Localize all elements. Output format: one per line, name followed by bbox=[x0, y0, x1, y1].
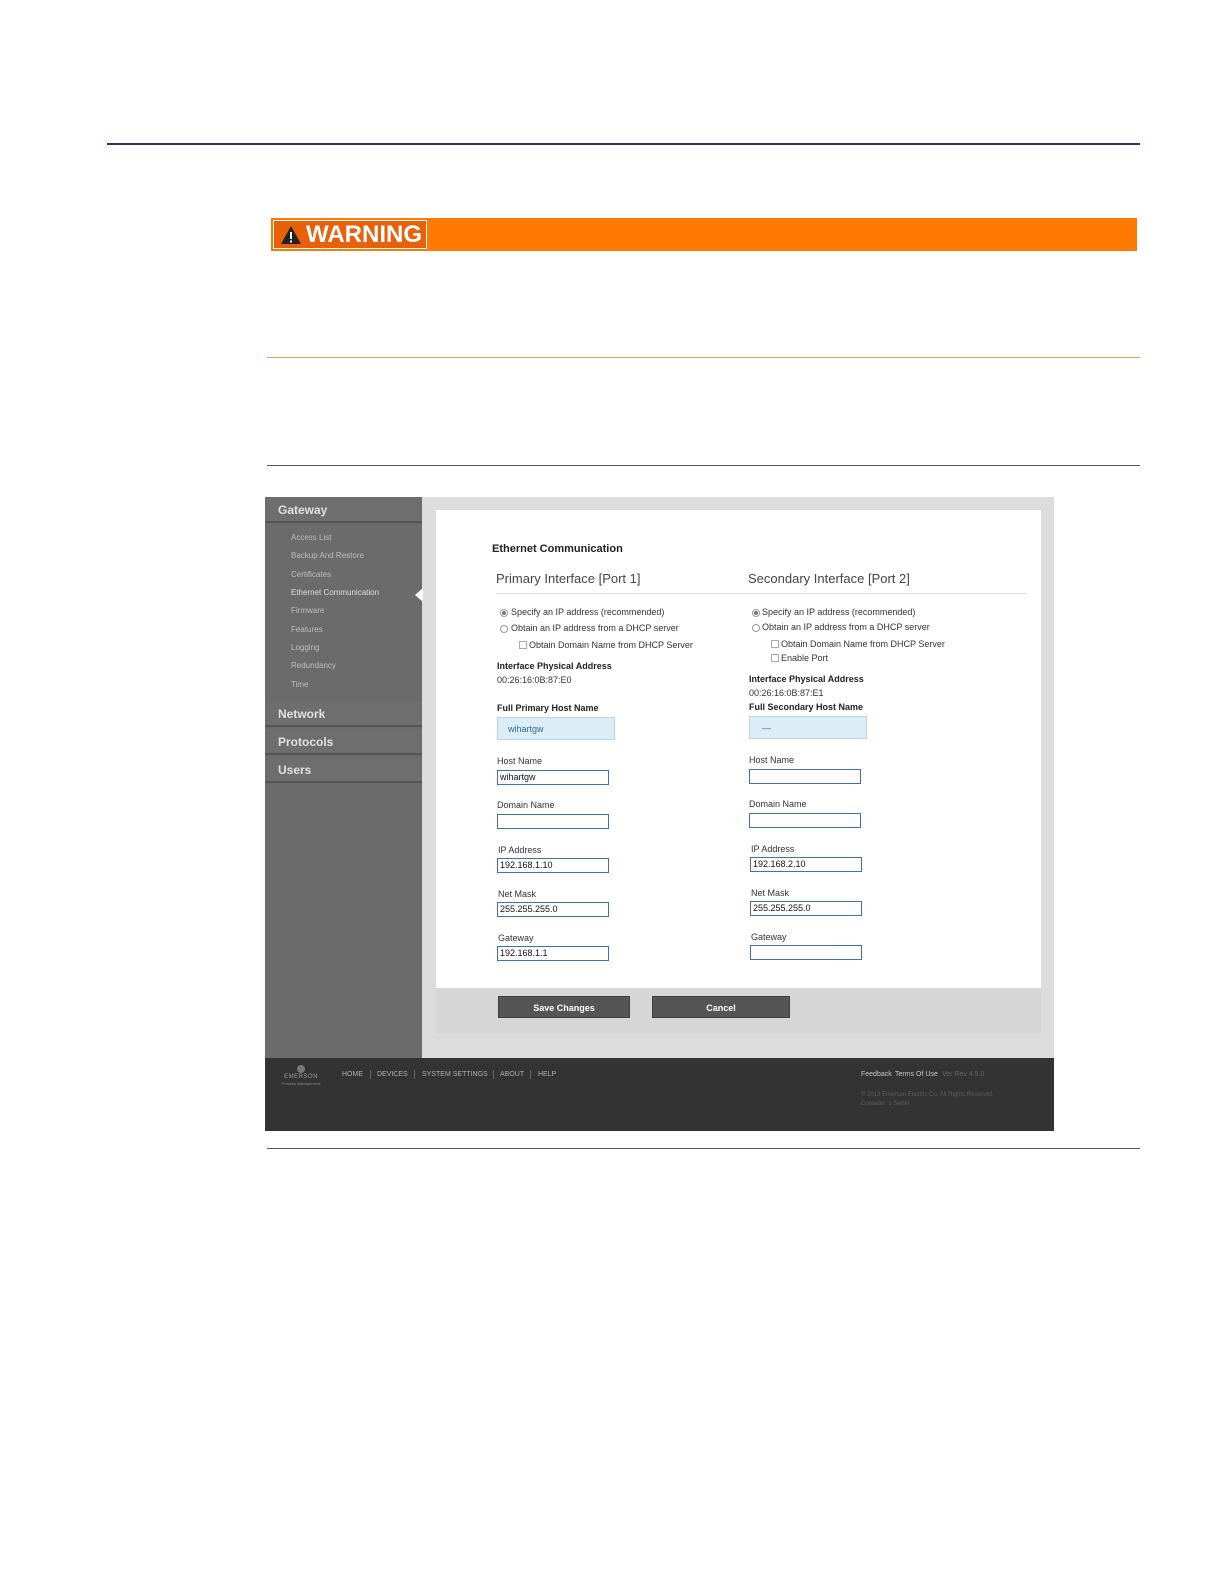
footer-separator bbox=[370, 1070, 371, 1079]
primary-phys-address-label: Interface Physical Address bbox=[497, 661, 612, 671]
warning-label: WARNING bbox=[273, 220, 427, 249]
secondary-ip-input[interactable]: 192.168.2.10 bbox=[750, 857, 862, 872]
sidebar-section-users[interactable]: Users bbox=[265, 757, 422, 783]
primary-interface-heading: Primary Interface [Port 1] bbox=[496, 571, 641, 586]
figure-top-rule bbox=[267, 465, 1140, 466]
footer-feedback-link[interactable]: Feedback bbox=[861, 1071, 892, 1078]
sidebar-item-firmware[interactable]: Firmware bbox=[291, 606, 324, 616]
primary-dhcp-radio[interactable] bbox=[500, 625, 508, 633]
secondary-host-name-input[interactable] bbox=[749, 769, 861, 784]
primary-ip-input[interactable]: 192.168.1.10 bbox=[497, 858, 609, 873]
save-changes-button[interactable]: Save Changes bbox=[498, 996, 630, 1018]
warning-text: WARNING bbox=[306, 221, 422, 248]
sidebar-item-certificates[interactable]: Certificates bbox=[291, 570, 331, 580]
secondary-dhcp-radio[interactable] bbox=[752, 624, 760, 632]
primary-host-name-input[interactable]: wihartgw bbox=[497, 770, 609, 785]
secondary-full-host-label: Full Secondary Host Name bbox=[749, 702, 864, 712]
footer-nav-home[interactable]: HOME bbox=[342, 1071, 363, 1078]
secondary-interface-heading: Secondary Interface [Port 2] bbox=[748, 571, 910, 586]
footer-brand-sub: Process Management bbox=[281, 1081, 321, 1086]
primary-phys-address-value: 00:26:16:0B:87:E0 bbox=[497, 675, 572, 685]
footer-copyright: © 2013 Emerson Electric Co. All Rights R… bbox=[861, 1092, 995, 1098]
sidebar-item-redundancy[interactable]: Redundancy bbox=[291, 661, 336, 671]
secondary-phys-address-label: Interface Physical Address bbox=[749, 674, 864, 684]
primary-specify-ip-label: Specify an IP address (recommended) bbox=[511, 607, 665, 617]
interface-heading-divider bbox=[496, 593, 1026, 594]
sidebar-item-logging[interactable]: Logging bbox=[291, 643, 319, 653]
footer-nav-system-settings[interactable]: SYSTEM SETTINGS bbox=[422, 1071, 488, 1078]
primary-gateway-label: Gateway bbox=[498, 933, 534, 943]
cancel-button[interactable]: Cancel bbox=[652, 996, 790, 1018]
secondary-domain-name-label: Domain Name bbox=[749, 799, 807, 809]
sidebar-item-ethernet-communication[interactable]: Ethernet Communication bbox=[291, 588, 379, 598]
sidebar-section-gateway[interactable]: Gateway bbox=[265, 497, 422, 523]
primary-netmask-label: Net Mask bbox=[498, 889, 537, 899]
primary-netmask-input[interactable]: 255.255.255.0 bbox=[497, 902, 609, 917]
header-rule bbox=[107, 143, 1140, 145]
footer-brand: EMERSON bbox=[284, 1074, 318, 1080]
secondary-gateway-input[interactable] bbox=[750, 945, 862, 960]
warning-bottom-rule bbox=[267, 357, 1140, 358]
primary-domain-name-input[interactable] bbox=[497, 814, 609, 829]
footer-nav-help[interactable]: HELP bbox=[538, 1071, 556, 1078]
secondary-domain-dhcp-checkbox[interactable] bbox=[771, 640, 779, 648]
primary-full-host-label: Full Primary Host Name bbox=[497, 703, 599, 713]
primary-full-host-value: wihartgw bbox=[497, 717, 615, 740]
secondary-specify-ip-label: Specify an IP address (recommended) bbox=[762, 607, 916, 617]
footer-separator bbox=[493, 1070, 494, 1079]
sidebar-section-network[interactable]: Network bbox=[265, 701, 422, 727]
footer-separator bbox=[414, 1070, 415, 1079]
secondary-domain-dhcp-label: Obtain Domain Name from DHCP Server bbox=[781, 639, 945, 649]
secondary-enable-port-label: Enable Port bbox=[781, 653, 829, 663]
sidebar-item-backup-restore[interactable]: Backup And Restore bbox=[291, 551, 364, 561]
warning-triangle-icon bbox=[281, 225, 301, 244]
sidebar-section-protocols[interactable]: Protocols bbox=[265, 729, 422, 755]
secondary-netmask-label: Net Mask bbox=[751, 888, 790, 898]
emerson-logo: EMERSON Process Management bbox=[279, 1064, 323, 1086]
primary-domain-dhcp-label: Obtain Domain Name from DHCP Server bbox=[529, 640, 693, 650]
secondary-ip-label: IP Address bbox=[751, 844, 795, 854]
footer-license: Consider: 1 Ser/er bbox=[861, 1101, 910, 1107]
secondary-host-name-label: Host Name bbox=[749, 755, 795, 765]
primary-gateway-input[interactable]: 192.168.1.1 bbox=[497, 946, 609, 961]
primary-domain-dhcp-checkbox[interactable] bbox=[519, 641, 527, 649]
secondary-enable-port-checkbox[interactable] bbox=[771, 654, 779, 662]
secondary-full-host-value: — bbox=[749, 716, 867, 739]
active-item-indicator bbox=[415, 588, 423, 602]
secondary-gateway-label: Gateway bbox=[751, 932, 787, 942]
footer-version: Ver Rev 4.5.0 bbox=[942, 1071, 985, 1078]
secondary-domain-name-input[interactable] bbox=[749, 813, 861, 828]
primary-dhcp-label: Obtain an IP address from a DHCP server bbox=[511, 623, 679, 633]
sidebar: Gateway Network Protocols Users Access L… bbox=[265, 497, 422, 1058]
secondary-phys-address-value: 00:26:16:0B:87:E1 bbox=[749, 688, 824, 698]
emerson-logo-icon bbox=[297, 1065, 305, 1073]
page-title: Ethernet Communication bbox=[492, 543, 623, 555]
sidebar-item-features[interactable]: Features bbox=[291, 625, 323, 635]
secondary-netmask-input[interactable]: 255.255.255.0 bbox=[750, 901, 862, 916]
sidebar-item-time[interactable]: Time bbox=[291, 680, 308, 690]
figure-bottom-rule bbox=[267, 1148, 1140, 1149]
footer-nav-about[interactable]: ABOUT bbox=[500, 1071, 524, 1078]
primary-host-name-label: Host Name bbox=[497, 756, 543, 766]
sidebar-item-access-list[interactable]: Access List bbox=[291, 533, 331, 543]
secondary-specify-ip-radio[interactable] bbox=[752, 609, 760, 617]
footer-terms-link[interactable]: Terms Of Use bbox=[895, 1071, 938, 1078]
primary-ip-label: IP Address bbox=[498, 845, 542, 855]
primary-specify-ip-radio[interactable] bbox=[500, 609, 508, 617]
footer-nav-devices[interactable]: DEVICES bbox=[377, 1071, 408, 1078]
secondary-dhcp-label: Obtain an IP address from a DHCP server bbox=[762, 622, 930, 632]
primary-domain-name-label: Domain Name bbox=[497, 800, 555, 810]
footer-separator bbox=[530, 1070, 531, 1079]
